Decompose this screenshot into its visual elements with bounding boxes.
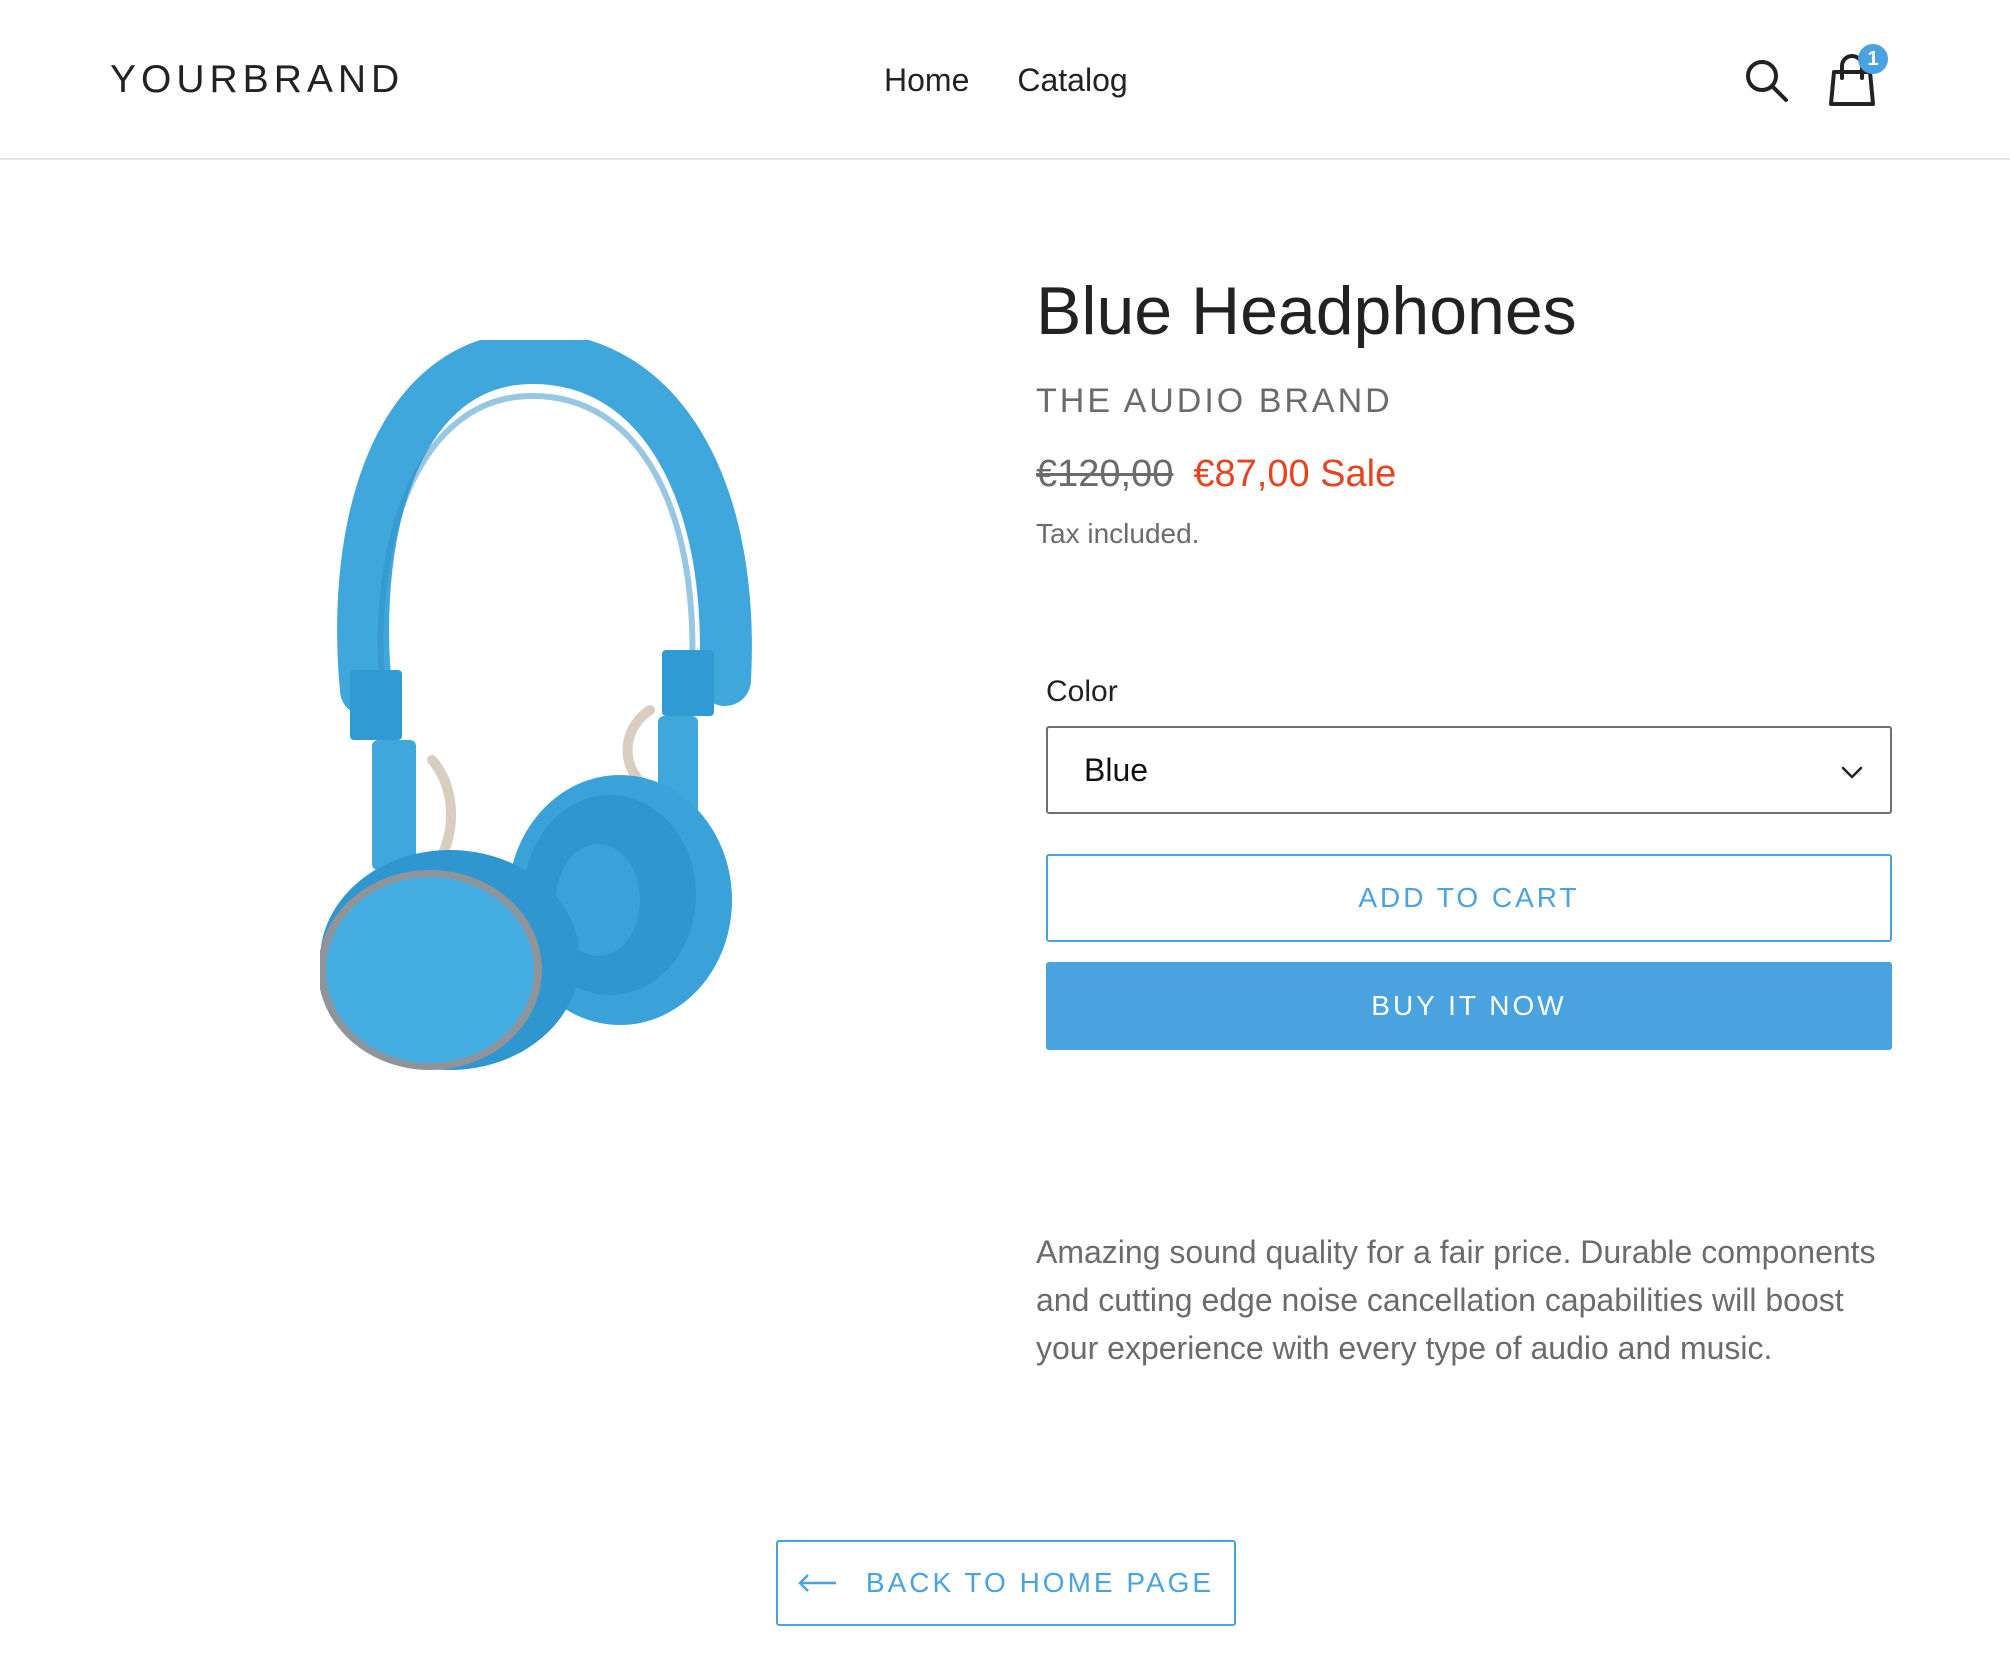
product-vendor: THE AUDIO BRAND xyxy=(1036,382,1393,420)
back-to-home-button[interactable]: BACK TO HOME PAGE xyxy=(776,1540,1236,1626)
product-title: Blue Headphones xyxy=(1036,273,1577,349)
color-option-label: Color xyxy=(1046,675,1118,708)
arrow-left-icon xyxy=(798,1574,836,1592)
price-block: €120,00 €87,00 Sale xyxy=(1036,450,1892,498)
tax-note: Tax included. xyxy=(1036,518,1200,549)
site-header: YOURBRAND Home Catalog 1 xyxy=(0,0,2010,160)
chevron-down-icon xyxy=(1841,766,1863,779)
search-icon[interactable] xyxy=(1742,56,1790,104)
nav-link-catalog[interactable]: Catalog xyxy=(1017,56,1127,104)
product-info: Blue Headphones THE AUDIO BRAND €120,00 … xyxy=(1036,270,1892,552)
brand-logo[interactable]: YOURBRAND xyxy=(110,56,404,104)
main-nav: Home Catalog xyxy=(884,56,1128,104)
color-select[interactable]: Blue xyxy=(1046,726,1892,814)
back-to-home-label: BACK TO HOME PAGE xyxy=(865,1567,1215,1598)
cart-count-badge: 1 xyxy=(1858,44,1888,74)
buy-it-now-button[interactable]: BUY IT NOW xyxy=(1046,962,1892,1050)
headphones-image xyxy=(320,340,752,1070)
sale-price: €87,00 Sale xyxy=(1193,453,1397,495)
product-description: Amazing sound quality for a fair price. … xyxy=(1036,1234,1876,1366)
add-to-cart-button[interactable]: ADD TO CART xyxy=(1046,854,1892,942)
compare-at-price: €120,00 xyxy=(1036,453,1174,495)
nav-link-home[interactable]: Home xyxy=(884,56,969,104)
color-select-value: Blue xyxy=(1084,752,1149,788)
